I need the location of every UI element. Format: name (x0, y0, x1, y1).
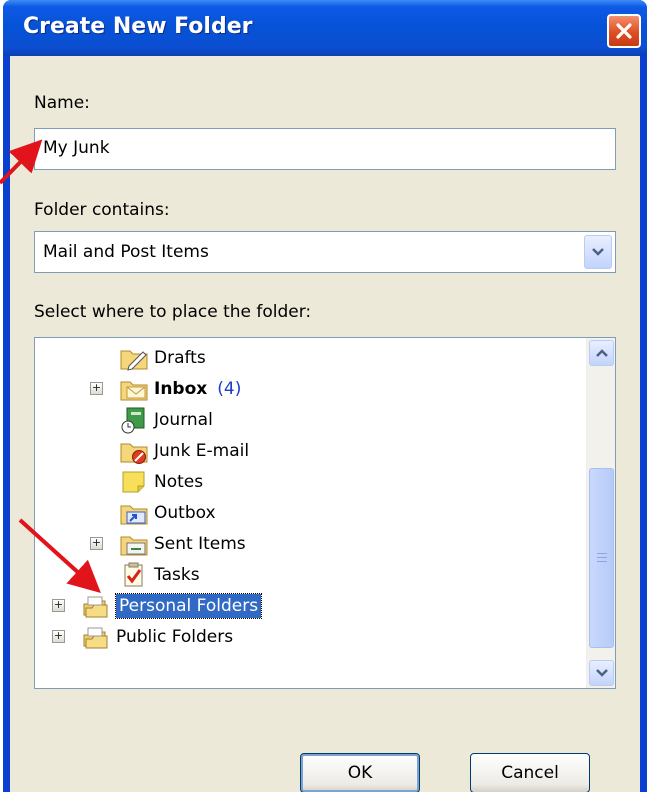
tree-item-label: Inbox (154, 379, 208, 399)
expand-inbox-button[interactable]: + (90, 382, 103, 395)
tree-label: Select where to place the folder: (34, 302, 312, 322)
tree-item-junk-email[interactable]: Junk E-mail (119, 436, 249, 466)
personal-folders-icon (83, 596, 108, 618)
tree-item-public-folders[interactable]: Public Folders (81, 622, 233, 652)
chevron-up-icon (595, 349, 608, 357)
outbox-folder-icon (120, 505, 148, 525)
name-label: Name: (34, 93, 90, 113)
close-button[interactable] (607, 14, 641, 48)
expand-personal-folders-button[interactable]: + (52, 599, 65, 612)
create-new-folder-dialog: Create New Folder Name: My Junk Folder c… (3, 0, 647, 792)
dropdown-button[interactable] (584, 235, 612, 269)
tree-item-notes[interactable]: Notes (119, 467, 203, 497)
tree-item-journal[interactable]: Journal (119, 405, 213, 435)
tree-item-label: Junk E-mail (154, 441, 250, 461)
journal-icon (121, 407, 145, 434)
junk-email-folder-icon (120, 443, 148, 464)
inbox-folder-icon (120, 381, 148, 401)
tree-item-label: Drafts (154, 348, 206, 368)
tree-item-outbox[interactable]: Outbox (119, 498, 216, 528)
tree-item-label: Personal Folders (114, 593, 263, 619)
tree-scrollbar[interactable] (586, 338, 615, 688)
title-bar[interactable]: Create New Folder (3, 0, 647, 56)
tree-item-label: Notes (154, 472, 204, 492)
scroll-down-button[interactable] (589, 660, 614, 686)
unread-count: (4) (217, 379, 242, 399)
tree-item-label: Tasks (154, 565, 200, 585)
close-icon (616, 23, 632, 39)
folder-contains-label: Folder contains: (34, 200, 170, 220)
expand-sent-items-button[interactable]: + (90, 537, 103, 550)
tasks-icon (124, 562, 143, 587)
cancel-button[interactable]: Cancel (470, 753, 590, 792)
folder-contains-select[interactable]: Mail and Post Items (34, 231, 616, 273)
tree-item-sent-items[interactable]: Sent Items (119, 529, 246, 559)
tree-item-personal-folders[interactable]: Personal Folders (81, 591, 263, 621)
tree-item-tasks[interactable]: Tasks (119, 560, 200, 590)
expand-public-folders-button[interactable]: + (52, 630, 65, 643)
scroll-up-button[interactable] (589, 340, 614, 366)
tree-item-label: Public Folders (116, 627, 234, 647)
tree-item-label: Outbox (154, 503, 216, 523)
ok-button[interactable]: OK (300, 753, 420, 792)
folder-tree[interactable]: Drafts + Inbox (4) Journal Junk E-mail N… (34, 337, 616, 689)
folder-name-input[interactable]: My Junk (34, 128, 616, 170)
scroll-thumb[interactable] (589, 468, 614, 648)
dialog-title: Create New Folder (23, 14, 253, 39)
tree-item-label: Journal (154, 410, 213, 430)
sent-items-folder-icon (120, 536, 148, 556)
chevron-down-icon (592, 248, 604, 256)
public-folders-icon (83, 627, 108, 649)
tree-item-drafts[interactable]: Drafts (119, 343, 206, 373)
tree-item-inbox[interactable]: Inbox (4) (119, 374, 241, 404)
tree-item-label: Sent Items (154, 534, 246, 554)
folder-contains-value: Mail and Post Items (43, 242, 209, 262)
notes-icon (122, 471, 145, 493)
dialog-body: Name: My Junk Folder contains: Mail and … (10, 56, 640, 792)
chevron-down-icon (595, 669, 608, 677)
drafts-folder-icon (120, 350, 148, 371)
